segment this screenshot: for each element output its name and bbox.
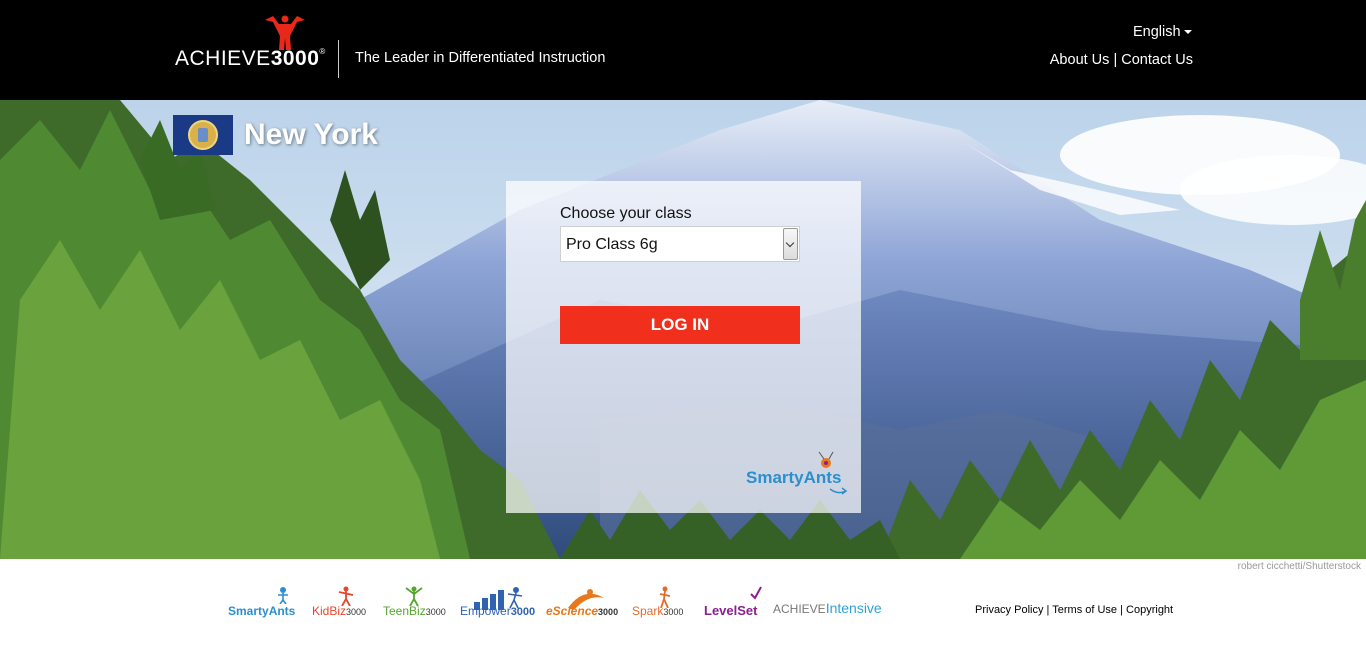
brand-kidbiz3000[interactable]: KidBiz3000 (312, 586, 374, 620)
new-york-flag-icon (173, 115, 233, 155)
nav-separator: | (1113, 52, 1118, 68)
class-select-label: Choose your class (560, 205, 692, 222)
class-select-value: Pro Class 6g (566, 236, 658, 253)
ant-icon (278, 587, 288, 604)
brand-achieveintensive[interactable]: ACHIEVEIntensive (773, 586, 897, 620)
chevron-down-icon[interactable] (783, 228, 798, 260)
hero-background: New York Choose your class Pro Class 6g … (0, 100, 1366, 559)
smartyants-logo: SmartyAnts (746, 451, 848, 495)
header-divider (338, 40, 339, 78)
checkmark-icon (750, 586, 762, 600)
copyright-link[interactable]: Copyright (1126, 604, 1173, 616)
achieve3000-logo[interactable]: ACHIEVE3000® (175, 14, 325, 74)
logo-wordmark: ACHIEVE3000® (175, 47, 326, 70)
brand-empower3000[interactable]: Empower3000 (460, 586, 538, 620)
photo-credit: robert cicchetti/Shutterstock (1237, 561, 1361, 572)
brand-escience3000[interactable]: eScience3000 (546, 586, 622, 620)
figure-logo-icon (265, 15, 305, 50)
privacy-policy-link[interactable]: Privacy Policy (975, 604, 1043, 616)
state-name: New York (244, 118, 378, 151)
brand-spark3000[interactable]: Spark3000 (632, 586, 694, 620)
about-us-link[interactable]: About Us (1050, 52, 1110, 68)
footer-separator: | (1046, 604, 1050, 616)
contact-us-link[interactable]: Contact Us (1121, 52, 1193, 68)
brand-teenbiz3000[interactable]: TeenBiz3000 (383, 586, 449, 620)
figure-icon (338, 586, 354, 606)
caret-down-icon (1183, 30, 1192, 35)
terms-of-use-link[interactable]: Terms of Use (1052, 604, 1117, 616)
language-label: English (1133, 24, 1181, 40)
svg-text:SmartyAnts: SmartyAnts (746, 468, 841, 487)
login-panel: Choose your class Pro Class 6g LOG IN Sm… (506, 181, 861, 513)
class-select[interactable]: Pro Class 6g (560, 226, 800, 262)
login-button[interactable]: LOG IN (560, 306, 800, 344)
footer-links: Privacy Policy | Terms of Use | Copyrigh… (975, 604, 1173, 616)
brand-smartyants[interactable]: SmartyAnts (228, 586, 304, 620)
figure-icon (405, 586, 423, 606)
tagline: The Leader in Differentiated Instruction (355, 50, 606, 66)
footer-separator: | (1120, 604, 1123, 616)
brand-levelset[interactable]: LevelSet (704, 586, 764, 620)
top-header: ACHIEVE3000® The Leader in Differentiate… (0, 0, 1366, 100)
language-selector[interactable]: English (1133, 24, 1192, 40)
top-nav: About Us | Contact Us (1050, 52, 1193, 68)
